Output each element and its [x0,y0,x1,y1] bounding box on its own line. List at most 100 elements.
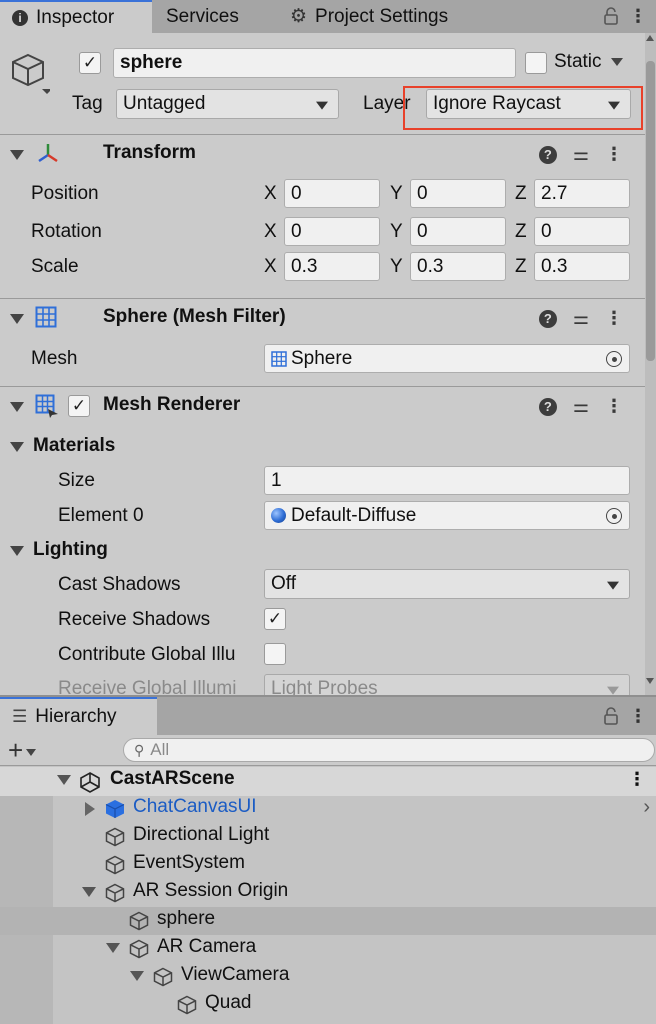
tag-dropdown[interactable]: Untagged [116,89,339,119]
presets-icon[interactable]: ⚌ [573,144,589,165]
rotation-y-label[interactable]: Y [390,221,403,243]
gameobject-cube-icon [105,855,125,875]
receive-shadows-checkbox[interactable]: ✓ [264,608,286,630]
tab-inspector[interactable]: i Inspector [0,0,152,33]
gameobject-icon[interactable] [10,51,52,95]
lighting-label[interactable]: Lighting [33,539,108,561]
more-options-icon[interactable]: ⋮ [605,144,623,165]
position-x-label[interactable]: X [264,183,277,205]
more-options-icon[interactable]: ⋮ [605,396,623,417]
tab-hierarchy[interactable]: ☰ Hierarchy [0,697,157,735]
more-options-icon[interactable]: ⋮ [605,308,623,329]
rotation-z-value: 0 [541,220,552,242]
scale-label: Scale [31,256,79,277]
position-z-field[interactable]: 2.7 [534,179,630,208]
cast-shadows-dropdown[interactable]: Off [264,569,630,599]
mesh-object-field[interactable]: Sphere [264,344,630,373]
cast-shadows-label: Cast Shadows [58,574,181,595]
scale-y-label[interactable]: Y [390,256,403,278]
collapse-arrow-icon[interactable] [106,943,120,953]
lighting-fold-arrow-icon[interactable] [10,546,24,556]
more-options-icon[interactable]: ⋮ [628,4,648,28]
scale-z-label[interactable]: Z [515,256,527,278]
static-checkbox[interactable] [525,52,547,74]
hierarchy-item[interactable]: Quad [0,991,656,1019]
scene-row[interactable]: CastARScene ⋮ [0,767,656,796]
object-name-field[interactable]: sphere [113,48,516,78]
position-x-value: 0 [291,182,302,204]
hierarchy-item[interactable]: ViewCamera [0,963,656,991]
mesh-renderer-header[interactable]: ✓ Mesh Renderer ? ⚌ ⋮ [0,386,645,424]
hierarchy-item[interactable]: Directional Light [0,823,656,851]
collapse-arrow-icon[interactable] [10,314,24,324]
static-label[interactable]: Static [554,51,623,73]
collapse-arrow-icon[interactable] [10,402,24,412]
contribute-gi-checkbox[interactable] [264,643,286,665]
scroll-down-arrow-icon[interactable] [646,678,654,684]
expand-arrow-icon[interactable] [85,802,95,816]
scale-y-field[interactable]: 0.3 [410,252,506,281]
active-checkbox[interactable]: ✓ [79,52,101,74]
collapse-arrow-icon[interactable] [10,150,24,160]
size-label: Size [58,470,95,491]
materials-fold-arrow-icon[interactable] [10,442,24,452]
materials-label[interactable]: Materials [33,435,115,457]
rotation-z-label[interactable]: Z [515,221,527,243]
hierarchy-list: CastARScene ⋮ ChatCanvasUI › Directional… [0,766,656,1024]
hierarchy-tab-bar: ☰ Hierarchy ⋮ [0,695,656,735]
position-z-label[interactable]: Z [515,183,527,205]
mesh-value: Sphere [291,347,353,369]
rotation-y-field[interactable]: 0 [410,217,506,246]
object-picker-icon[interactable] [606,351,622,367]
lock-icon[interactable] [600,704,622,728]
collapse-arrow-icon[interactable] [57,775,71,785]
hierarchy-item[interactable]: EventSystem [0,851,656,879]
scroll-up-arrow-icon[interactable] [646,35,654,41]
scrollbar-thumb[interactable] [646,61,655,361]
cast-shadows-value: Off [271,573,296,594]
size-field[interactable]: 1 [264,466,630,495]
tab-hierarchy-label: Hierarchy [35,706,117,727]
hierarchy-search-input[interactable]: ⚲ All [123,738,655,762]
position-y-field[interactable]: 0 [410,179,506,208]
hierarchy-item[interactable]: ChatCanvasUI › [0,795,656,823]
mesh-icon [271,350,287,367]
help-icon[interactable]: ? [538,309,557,328]
inspector-tab-bar: i Inspector Services ⚙ Project Settings … [0,0,656,33]
inspector-panel: ✓ sphere Static Tag Untagged Layer Ignor… [0,33,645,695]
position-y-label[interactable]: Y [390,183,403,205]
object-picker-icon[interactable] [606,508,622,524]
scene-name: CastARScene [110,768,235,789]
position-y-value: 0 [417,182,428,204]
rotation-z-field[interactable]: 0 [534,217,630,246]
inspector-scrollbar[interactable] [645,33,656,695]
mesh-filter-header[interactable]: Sphere (Mesh Filter) ? ⚌ ⋮ [0,298,645,336]
tab-project-settings[interactable]: ⚙ Project Settings [278,0,460,33]
mesh-renderer-enabled-checkbox[interactable]: ✓ [68,395,90,417]
search-icon: ⚲ [134,741,145,758]
presets-icon[interactable]: ⚌ [573,308,589,329]
add-button[interactable]: + [8,736,37,764]
element0-field[interactable]: Default-Diffuse [264,501,630,530]
collapse-arrow-icon[interactable] [82,887,96,897]
help-icon[interactable]: ? [538,145,557,164]
scale-x-field[interactable]: 0.3 [284,252,380,281]
presets-icon[interactable]: ⚌ [573,396,589,417]
more-options-icon[interactable]: ⋮ [628,769,646,790]
scale-z-field[interactable]: 0.3 [534,252,630,281]
scale-x-label[interactable]: X [264,256,277,278]
tab-services[interactable]: Services [154,0,251,33]
lock-icon[interactable] [600,4,622,28]
position-x-field[interactable]: 0 [284,179,380,208]
hierarchy-item[interactable]: AR Session Origin [0,879,656,907]
transform-header[interactable]: Transform ? ⚌ ⋮ [0,134,645,172]
chevron-right-icon[interactable]: › [643,796,650,819]
rotation-x-label[interactable]: X [264,221,277,243]
collapse-arrow-icon[interactable] [130,971,144,981]
help-icon[interactable]: ? [538,397,557,416]
rotation-x-field[interactable]: 0 [284,217,380,246]
hierarchy-item[interactable]: AR Camera [0,935,656,963]
more-options-icon[interactable]: ⋮ [628,704,648,728]
static-dropdown-arrow-icon [610,57,623,66]
hierarchy-item-selected[interactable]: sphere [0,907,656,935]
